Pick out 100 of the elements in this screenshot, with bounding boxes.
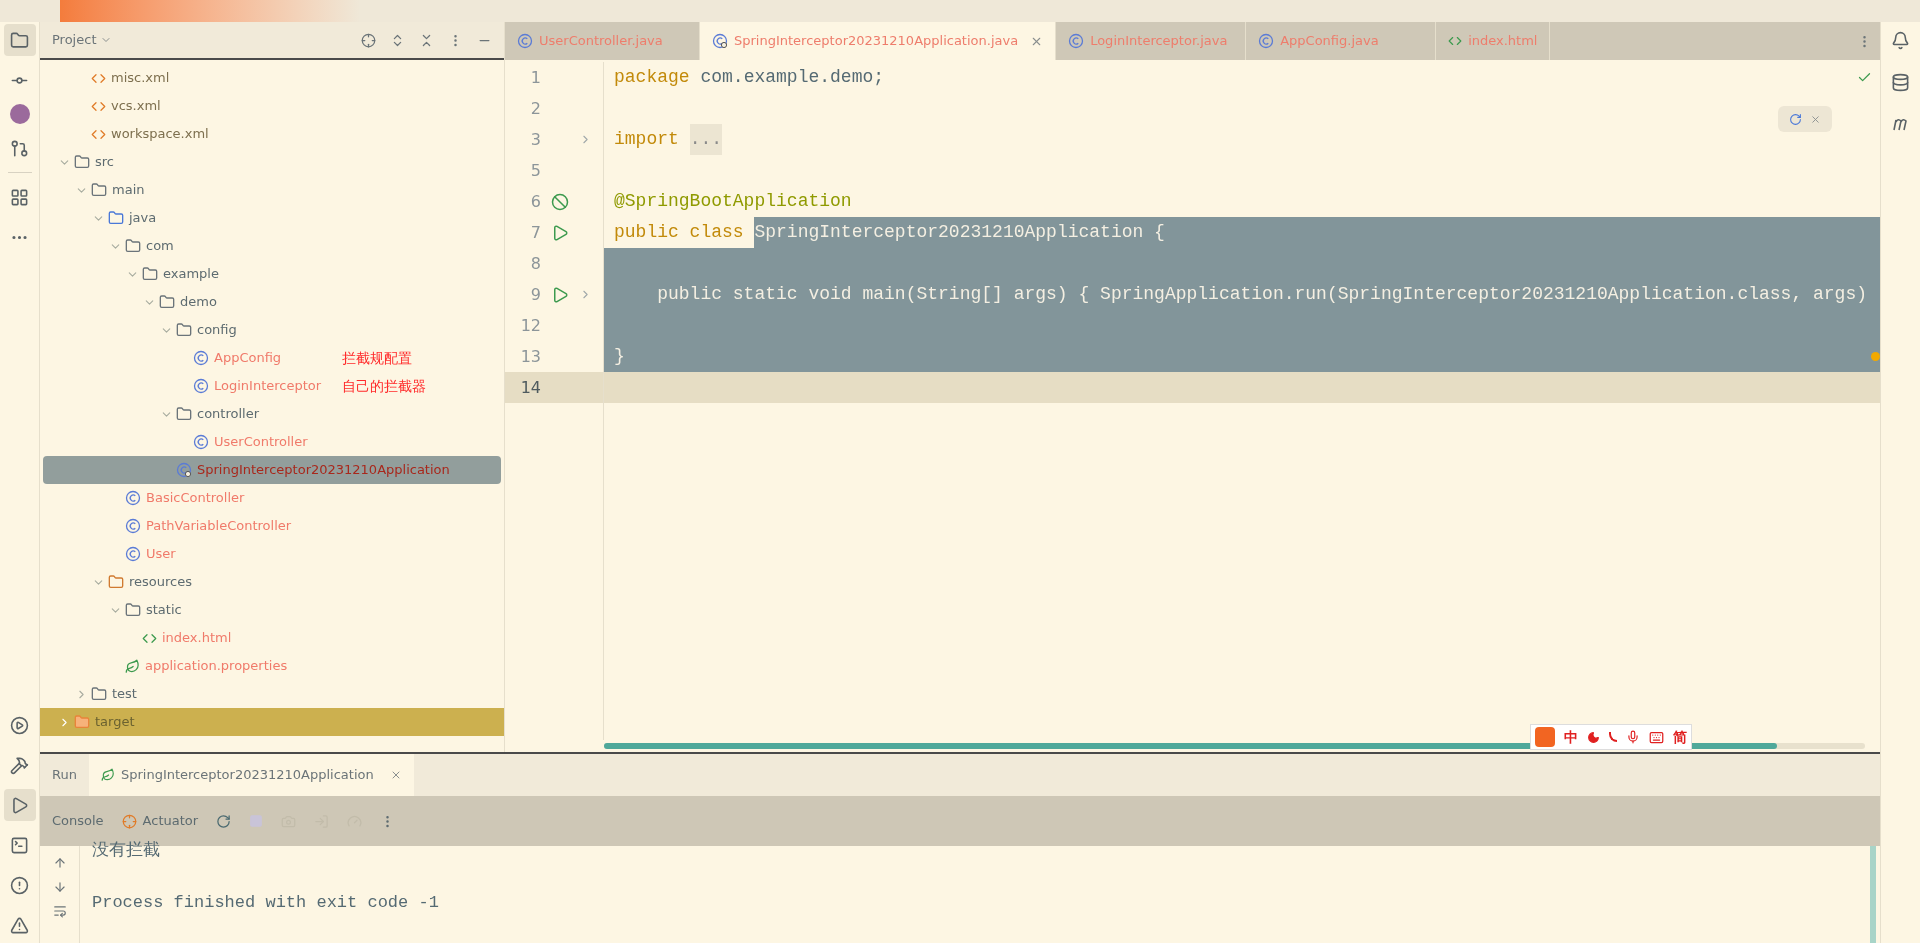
- actuator-icon: [121, 813, 137, 829]
- folder-icon: [125, 602, 141, 618]
- class-icon: [193, 434, 209, 450]
- tree-row[interactable]: config: [40, 316, 504, 344]
- tree-row[interactable]: target: [40, 708, 504, 736]
- panel-title[interactable]: Project: [52, 30, 97, 50]
- line-number: 7: [529, 221, 541, 244]
- ime-logo-icon: [1535, 727, 1555, 747]
- tree-row[interactable]: AppConfig 拦截规配置: [40, 344, 504, 372]
- properties-file-icon: [125, 658, 140, 674]
- package-folder-icon: [176, 406, 192, 422]
- tree-row[interactable]: java: [40, 204, 504, 232]
- tree-row[interactable]: controller: [40, 400, 504, 428]
- console-toolbar-tab[interactable]: Actuator: [121, 811, 199, 831]
- tree-row[interactable]: static: [40, 596, 504, 624]
- console-line: Process finished with exit code -1: [92, 892, 439, 915]
- code-token: SpringInterceptor20231210Application {: [754, 217, 1880, 248]
- line-number: 9: [529, 283, 541, 306]
- tree-row[interactable]: BasicController: [40, 484, 504, 512]
- rerun-icon[interactable]: [216, 813, 232, 829]
- run-config-tab[interactable]: SpringInterceptor20231210Application: [88, 754, 414, 796]
- tree-row[interactable]: User: [40, 540, 504, 568]
- folder-icon: [91, 686, 107, 702]
- folder-icon: [74, 154, 90, 170]
- code-token: @SpringBootApplication: [614, 190, 852, 213]
- tree-row[interactable]: workspace.xml: [40, 120, 504, 148]
- package-folder-icon: [125, 238, 141, 254]
- code-editor[interactable]: [505, 60, 1880, 752]
- line-number: 5: [529, 159, 541, 182]
- tree-row[interactable]: main: [40, 176, 504, 204]
- maven-reload-badge[interactable]: [1778, 106, 1832, 132]
- soft-wrap-icon[interactable]: [52, 904, 67, 918]
- class-icon: [176, 462, 192, 478]
- tree-row[interactable]: PathVariableController: [40, 512, 504, 540]
- tree-row[interactable]: demo: [40, 288, 504, 316]
- line-number: 14: [519, 376, 541, 399]
- editor-tab[interactable]: SpringInterceptor20231210Application.java: [700, 22, 1057, 60]
- tree-row[interactable]: vcs.xml: [40, 92, 504, 120]
- tree-row[interactable]: src: [40, 148, 504, 176]
- html-file-icon: [1448, 34, 1463, 48]
- folded-code[interactable]: ...: [689, 124, 723, 155]
- line-number: 6: [529, 190, 541, 213]
- package-folder-icon: [142, 266, 158, 282]
- class-icon: [125, 490, 141, 506]
- console-line: 没有拦截: [92, 840, 160, 863]
- tree-row[interactable]: example: [40, 260, 504, 288]
- punctuation-icon[interactable]: [1609, 732, 1617, 742]
- class-icon: [125, 518, 141, 534]
- mic-icon[interactable]: [1626, 730, 1640, 744]
- class-icon: [1068, 33, 1085, 49]
- tree-row[interactable]: SpringInterceptor20231210Application: [43, 456, 501, 484]
- tree-row[interactable]: application.properties: [40, 652, 504, 680]
- class-icon: [1258, 33, 1275, 49]
- line-number: 1: [529, 66, 541, 89]
- code-token: public class: [614, 221, 745, 244]
- class-icon: [517, 33, 533, 49]
- tree-row[interactable]: test: [40, 680, 504, 708]
- arrow-down-icon[interactable]: [52, 880, 67, 894]
- source-folder-icon: [108, 210, 124, 226]
- resources-folder-icon: [108, 574, 124, 590]
- line-number: 13: [519, 345, 541, 368]
- line-number: 3: [529, 128, 541, 151]
- folder-icon[interactable]: [3, 24, 36, 56]
- console-toolbar-tab[interactable]: Console: [52, 811, 104, 831]
- run-icon[interactable]: [551, 285, 569, 304]
- panel-title: Run: [51, 766, 78, 785]
- code-token: com.example.demo;: [699, 66, 885, 89]
- tree-row[interactable]: index.html: [40, 624, 504, 652]
- avatar-icon[interactable]: [9, 104, 30, 124]
- run-icon[interactable]: [551, 223, 569, 242]
- class-icon: [193, 378, 209, 394]
- bulb-icon[interactable]: [1871, 352, 1880, 361]
- tree-row[interactable]: LoginInterceptor 自己的拦截器: [40, 372, 504, 400]
- class-icon: [712, 33, 728, 49]
- moon-icon[interactable]: [1587, 730, 1600, 744]
- line-number: 2: [529, 97, 541, 120]
- tree-row[interactable]: UserController: [40, 428, 504, 456]
- package-folder-icon: [176, 322, 192, 338]
- input-method-bar[interactable]: 中 简: [1530, 724, 1692, 750]
- code-token: import: [614, 128, 680, 151]
- folder-icon: [91, 182, 107, 198]
- package-folder-icon: [159, 294, 175, 310]
- keyboard-icon[interactable]: [1649, 729, 1664, 745]
- class-icon: [193, 350, 209, 366]
- annotation-note: 自己的拦截器: [342, 376, 426, 396]
- line-number: 8: [529, 252, 541, 275]
- locate-icon[interactable]: [361, 32, 376, 48]
- code-token: package: [614, 66, 690, 89]
- bean-icon[interactable]: [551, 192, 569, 211]
- folder-icon: [74, 714, 90, 730]
- vertical-scrollbar[interactable]: [1870, 846, 1876, 943]
- line-number: 12: [519, 314, 541, 337]
- tree-row[interactable]: misc.xml: [40, 64, 504, 92]
- tree-row[interactable]: resources: [40, 568, 504, 596]
- tree-row[interactable]: com: [40, 232, 504, 260]
- run-icon[interactable]: [3, 789, 36, 821]
- annotation-note: 拦截规配置: [342, 348, 412, 368]
- class-icon: [125, 546, 141, 562]
- spring-leaf-icon: [100, 768, 115, 782]
- arrow-up-icon[interactable]: [52, 856, 67, 870]
